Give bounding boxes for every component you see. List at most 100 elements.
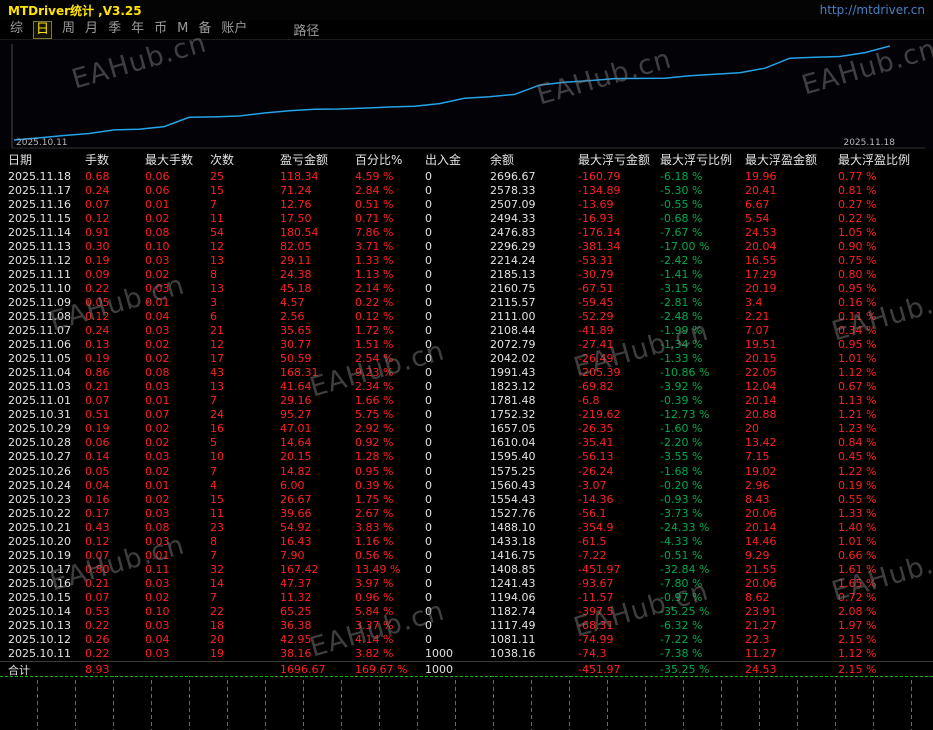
- column-header[interactable]: 余额: [490, 151, 578, 168]
- table-row[interactable]: 2025.11.050.190.021750.592.54 %02042.02-…: [0, 352, 933, 366]
- cell: -13.69: [578, 198, 660, 211]
- column-header[interactable]: 出入金: [425, 151, 490, 168]
- cell: 20: [210, 633, 280, 646]
- table-row[interactable]: 2025.10.200.120.03816.431.16 %01433.18-6…: [0, 534, 933, 548]
- cell: 0.08: [145, 521, 210, 534]
- table-row[interactable]: 2025.11.180.680.0625118.344.59 %02696.67…: [0, 169, 933, 183]
- cell: 1.22 %: [838, 465, 933, 478]
- table-row[interactable]: 2025.11.100.220.031345.182.14 %02160.75-…: [0, 281, 933, 295]
- table-row[interactable]: 2025.10.220.170.031139.662.67 %01527.76-…: [0, 506, 933, 520]
- table-row[interactable]: 2025.10.290.190.021647.012.92 %01657.05-…: [0, 422, 933, 436]
- cell: -6.32 %: [660, 619, 745, 632]
- column-header[interactable]: 日期: [8, 151, 85, 168]
- table-row[interactable]: 2025.11.070.240.032135.651.72 %02108.44-…: [0, 324, 933, 338]
- column-header[interactable]: 最大浮亏金额: [578, 151, 660, 168]
- column-header[interactable]: 最大浮亏比例: [660, 151, 745, 168]
- table-row[interactable]: 2025.10.230.160.021526.671.75 %01554.43-…: [0, 492, 933, 506]
- table-row[interactable]: 2025.10.310.510.072495.275.75 %01752.32-…: [0, 408, 933, 422]
- cell: 7: [210, 465, 280, 478]
- column-header[interactable]: 盈亏金额: [280, 151, 355, 168]
- cell: -0.68 %: [660, 212, 745, 225]
- cell: 0.19: [85, 352, 145, 365]
- menu-item-path[interactable]: 路径: [293, 20, 319, 39]
- table-row[interactable]: 2025.11.080.120.0462.560.12 %02111.00-52…: [0, 309, 933, 323]
- table-row[interactable]: 2025.11.170.240.061571.242.84 %02578.33-…: [0, 183, 933, 197]
- website-link[interactable]: http://mtdriver.cn: [820, 3, 925, 17]
- column-header[interactable]: 最大手数: [145, 151, 210, 168]
- cell: 4.59 %: [355, 170, 425, 183]
- table-row[interactable]: 2025.11.120.190.031329.111.33 %02214.24-…: [0, 253, 933, 267]
- menu-item-0[interactable]: 综: [10, 21, 23, 39]
- menu-item-1[interactable]: 日: [33, 21, 52, 39]
- total-cell: 2.15 %: [838, 663, 933, 676]
- table-row[interactable]: 2025.10.140.530.102265.255.84 %01182.74-…: [0, 604, 933, 618]
- cell: 7: [210, 549, 280, 562]
- table-row[interactable]: 2025.11.110.090.02824.381.13 %02185.13-3…: [0, 267, 933, 281]
- cell: 0.77 %: [838, 170, 933, 183]
- table-row[interactable]: 2025.11.130.300.101282.053.71 %02296.29-…: [0, 239, 933, 253]
- cell: 2.34 %: [355, 380, 425, 393]
- table-row[interactable]: 2025.11.060.130.021230.771.51 %02072.79-…: [0, 338, 933, 352]
- cell: 47.01: [280, 422, 355, 435]
- cell: 0.24: [85, 324, 145, 337]
- cell: -30.79: [578, 268, 660, 281]
- cell: 13.49 %: [355, 563, 425, 576]
- menu-item-9[interactable]: 账户: [221, 21, 247, 39]
- table-row[interactable]: 2025.11.160.070.01712.760.51 %02507.09-1…: [0, 197, 933, 211]
- cell: 0.80 %: [838, 268, 933, 281]
- cell: -93.67: [578, 577, 660, 590]
- table-row[interactable]: 2025.11.040.860.0843168.319.23 %01991.43…: [0, 366, 933, 380]
- menu-item-8[interactable]: 备: [198, 21, 211, 39]
- table-row[interactable]: 2025.10.190.070.0177.900.56 %01416.75-7.…: [0, 548, 933, 562]
- cell: 0: [425, 535, 490, 548]
- menu-item-2[interactable]: 周: [62, 21, 75, 39]
- column-header[interactable]: 百分比%: [355, 151, 425, 168]
- cell: -56.13: [578, 450, 660, 463]
- table-row[interactable]: 2025.10.170.800.1132167.4213.49 %01408.8…: [0, 562, 933, 576]
- table-row[interactable]: 2025.11.030.210.031341.642.34 %01823.12-…: [0, 380, 933, 394]
- cell: -24.33 %: [660, 521, 745, 534]
- cell: 20.19: [745, 282, 838, 295]
- table-row[interactable]: 2025.11.090.050.0134.570.22 %02115.57-59…: [0, 295, 933, 309]
- table-row[interactable]: 2025.10.160.210.031447.373.97 %01241.43-…: [0, 576, 933, 590]
- column-header[interactable]: 次数: [210, 151, 280, 168]
- cell: -27.41: [578, 338, 660, 351]
- table-row[interactable]: 2025.11.010.070.01729.161.66 %01781.48-6…: [0, 394, 933, 408]
- cell: -10.86 %: [660, 366, 745, 379]
- menu-item-7[interactable]: M: [177, 21, 188, 39]
- cell: 21.27: [745, 619, 838, 632]
- table-row[interactable]: 2025.11.150.120.021117.500.71 %02494.33-…: [0, 211, 933, 225]
- menu-item-3[interactable]: 月: [85, 21, 98, 39]
- cell: 0.22 %: [355, 296, 425, 309]
- cell: 13: [210, 380, 280, 393]
- cell: 20.06: [745, 577, 838, 590]
- cell: 15: [210, 493, 280, 506]
- cell: 0.03: [145, 647, 210, 660]
- cell: 2025.11.11: [8, 268, 85, 281]
- column-header[interactable]: 最大浮盈比例: [838, 151, 933, 168]
- menu-item-6[interactable]: 币: [154, 21, 167, 39]
- table-row[interactable]: 2025.10.130.220.031836.383.37 %01117.49-…: [0, 619, 933, 633]
- cell: -0.93 %: [660, 493, 745, 506]
- menu-item-5[interactable]: 年: [131, 21, 144, 39]
- table-row[interactable]: 2025.10.260.050.02714.820.95 %01575.25-2…: [0, 464, 933, 478]
- cell: 0: [425, 507, 490, 520]
- cell: -7.38 %: [660, 647, 745, 660]
- column-header[interactable]: 手数: [85, 151, 145, 168]
- cell: -26.35: [578, 422, 660, 435]
- cell: 0.01: [145, 394, 210, 407]
- menu-item-4[interactable]: 季: [108, 21, 121, 39]
- table-row[interactable]: 2025.10.280.060.02514.640.92 %01610.04-3…: [0, 436, 933, 450]
- table-row[interactable]: 2025.10.120.260.042042.954.14 %01081.11-…: [0, 633, 933, 647]
- cell: 35.65: [280, 324, 355, 337]
- cell: 14: [210, 577, 280, 590]
- cell: 1527.76: [490, 507, 578, 520]
- cell: -35.25 %: [660, 605, 745, 618]
- table-row[interactable]: 2025.10.150.070.02711.320.96 %01194.06-1…: [0, 590, 933, 604]
- table-row[interactable]: 2025.10.240.040.0146.000.39 %01560.43-3.…: [0, 478, 933, 492]
- table-row[interactable]: 2025.10.270.140.031020.151.28 %01595.40-…: [0, 450, 933, 464]
- table-row[interactable]: 2025.10.110.220.031938.163.82 %10001038.…: [0, 647, 933, 661]
- column-header[interactable]: 最大浮盈金额: [745, 151, 838, 168]
- table-row[interactable]: 2025.10.210.430.082354.923.83 %01488.10-…: [0, 520, 933, 534]
- table-row[interactable]: 2025.11.140.910.0854180.547.86 %02476.83…: [0, 225, 933, 239]
